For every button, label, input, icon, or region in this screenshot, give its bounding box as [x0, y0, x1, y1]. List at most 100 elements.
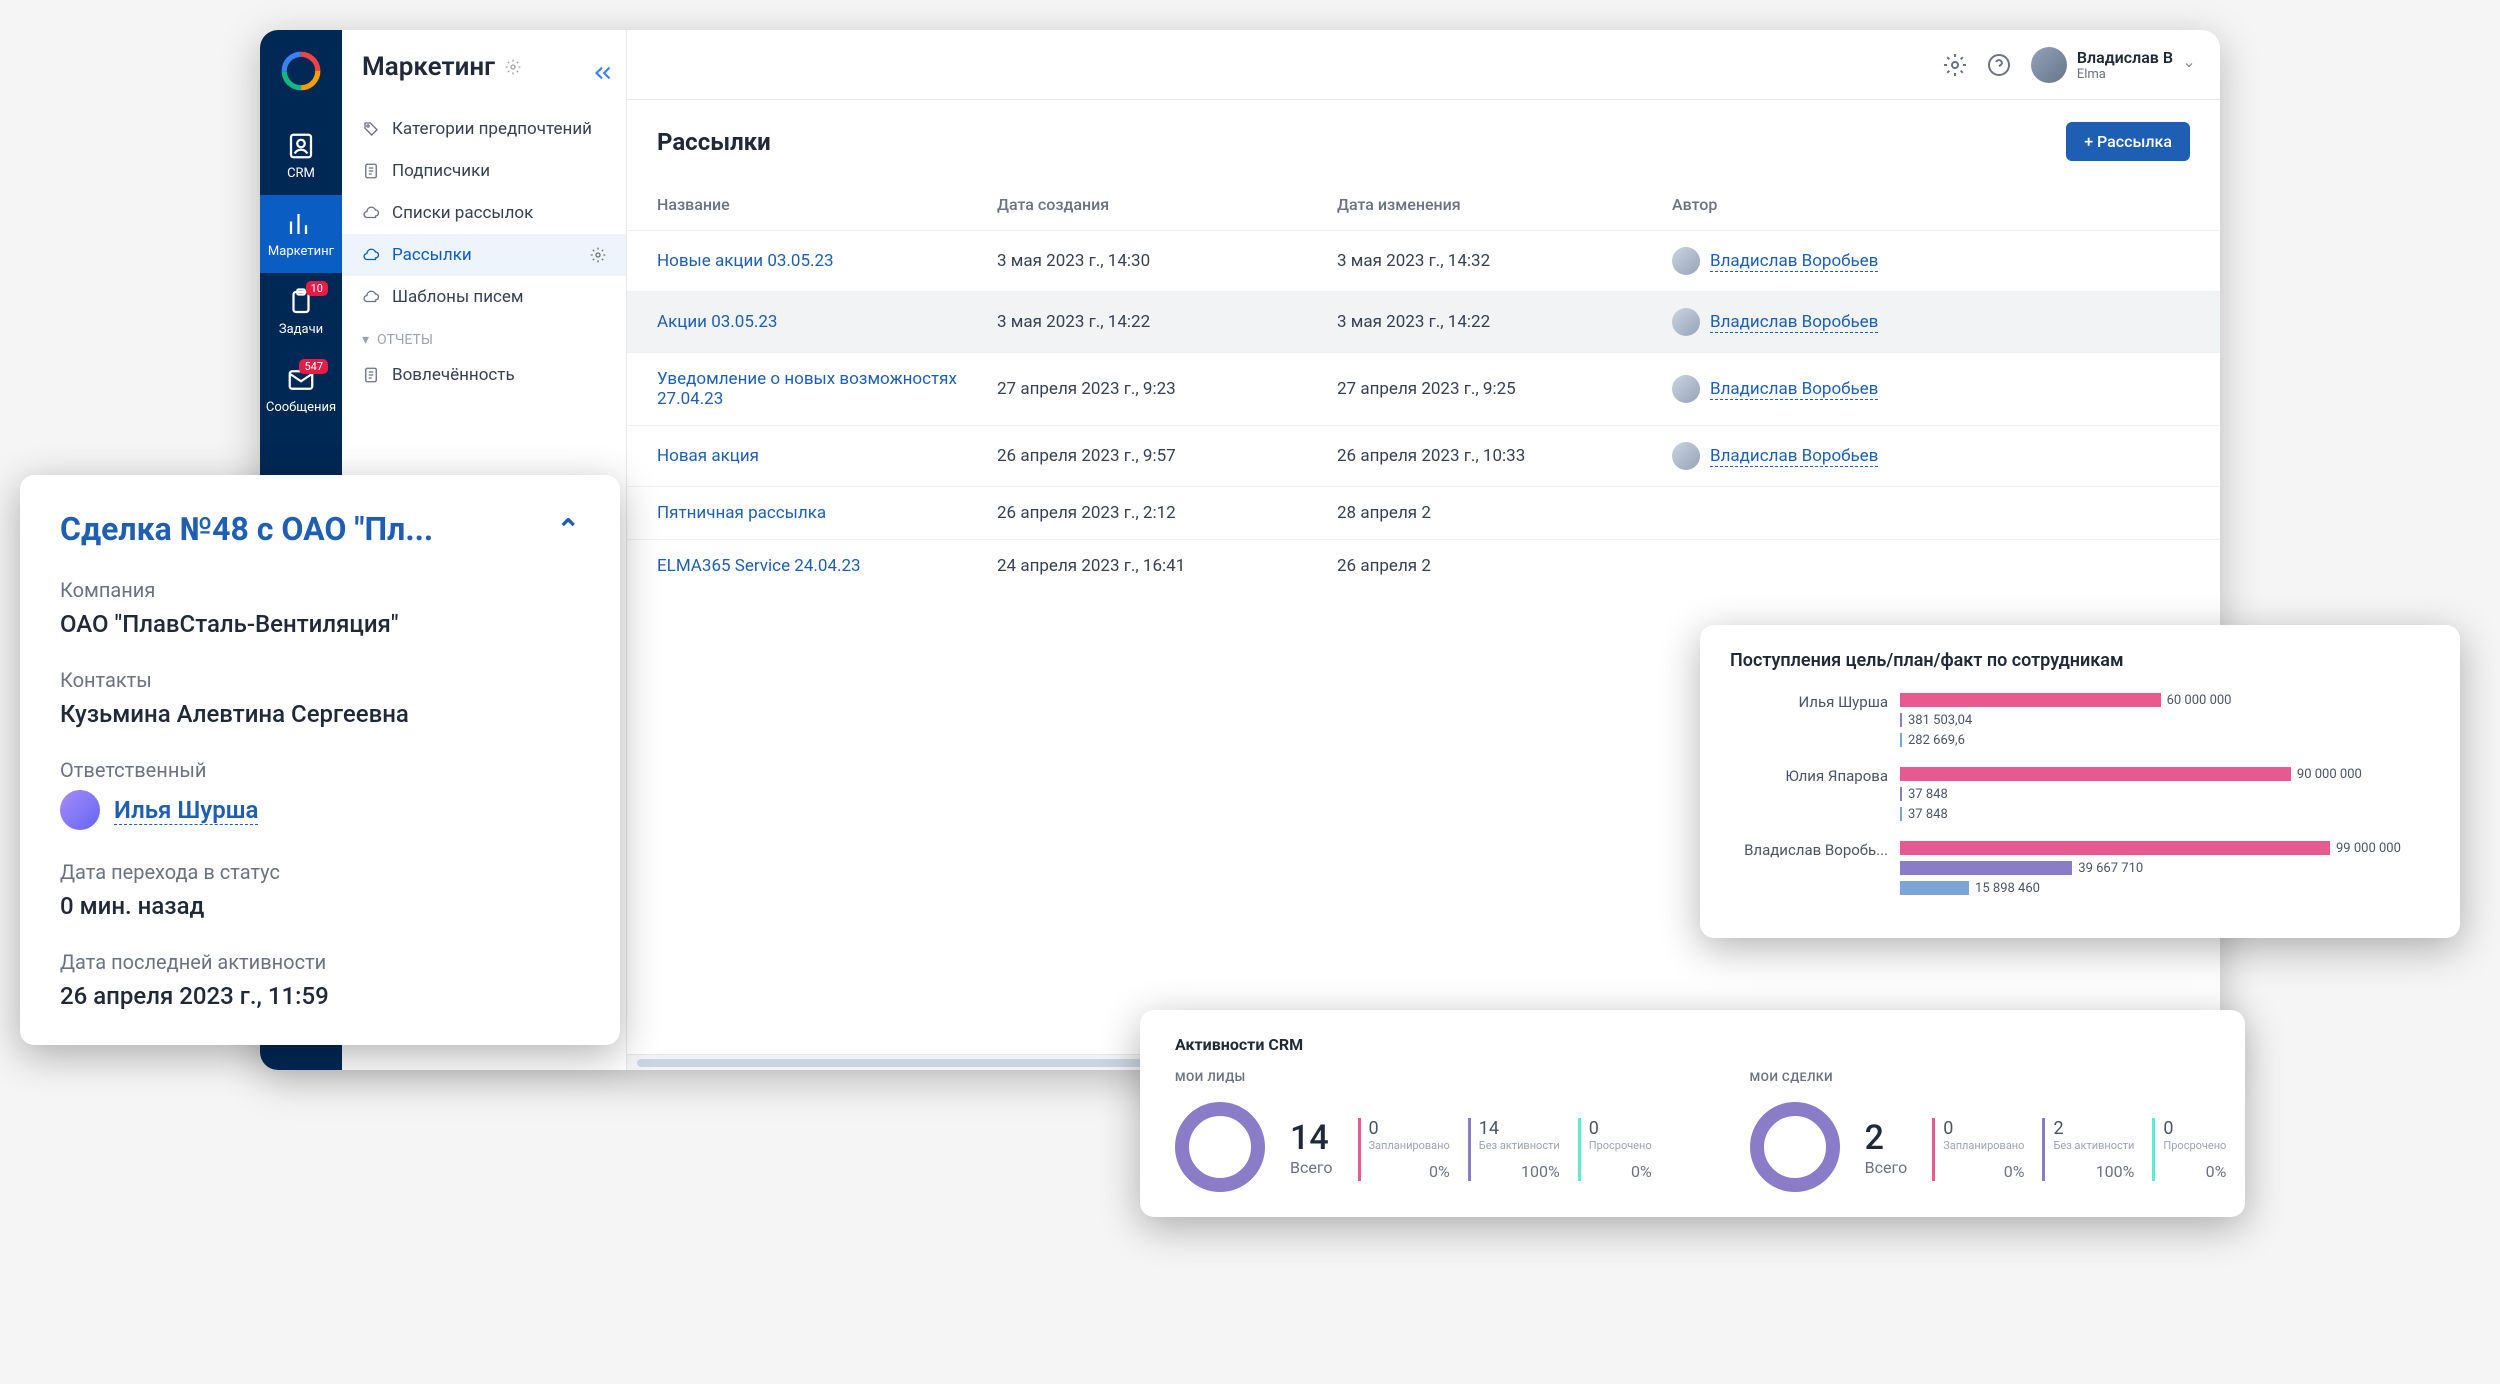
- sidebar-item[interactable]: Шаблоны писем: [342, 276, 626, 318]
- bar: 90 000 000: [1900, 765, 2430, 783]
- sidebar-item-label: Рассылки: [392, 245, 472, 265]
- scrollbar-thumb[interactable]: [637, 1059, 1157, 1067]
- row-author[interactable]: Владислав Воробьев: [1672, 247, 2190, 275]
- owner-user[interactable]: Илья Шурша: [60, 790, 580, 830]
- chevron-down-icon: ▾: [362, 332, 369, 348]
- row-author[interactable]: Владислав Воробьев: [1672, 308, 2190, 336]
- row-name[interactable]: Новая акция: [657, 446, 997, 466]
- bar: 39 667 710: [1900, 859, 2430, 877]
- column-header[interactable]: Дата изменения: [1337, 195, 1672, 214]
- row-created: 3 мая 2023 г., 14:22: [997, 312, 1337, 332]
- badge: 10: [306, 281, 328, 296]
- page-title: Рассылки: [657, 128, 771, 156]
- column-header[interactable]: Автор: [1672, 195, 2190, 214]
- sidebar-item[interactable]: Списки рассылок: [342, 192, 626, 234]
- table-row[interactable]: Новые акции 03.05.23 3 мая 2023 г., 14:3…: [627, 230, 2220, 291]
- rail-item-Маркетинг[interactable]: Маркетинг: [260, 195, 342, 273]
- rail-item-Сообщения[interactable]: Сообщения 547: [260, 351, 342, 429]
- rail-label: Сообщения: [266, 400, 336, 415]
- row-modified: 3 мая 2023 г., 14:32: [1337, 251, 1672, 271]
- owner-name: Илья Шурша: [114, 796, 258, 825]
- user-org: Elma: [2077, 67, 2173, 82]
- metric: 0 Запланировано 0%: [1932, 1118, 2042, 1181]
- sidebar-item-label: Списки рассылок: [392, 203, 533, 223]
- bar-value: 90 000 000: [2297, 767, 2362, 782]
- company-label: Компания: [60, 578, 580, 602]
- sidebar-item[interactable]: Подписчики: [342, 150, 626, 192]
- author-name: Владислав Воробьев: [1710, 446, 1878, 467]
- help-icon[interactable]: [1987, 53, 2011, 77]
- deal-title-text: Сделка №48 с ОАО "Пл...: [60, 510, 433, 548]
- metric-pct: 100%: [2053, 1162, 2134, 1181]
- chart-card: Поступления цель/план/факт по сотрудника…: [1700, 625, 2460, 938]
- bar-value: 60 000 000: [2167, 693, 2232, 708]
- rail-item-Задачи[interactable]: Задачи 10: [260, 273, 342, 351]
- user-menu[interactable]: Владислав В Elma: [2031, 47, 2195, 83]
- section-title: Маркетинг: [362, 52, 495, 82]
- sidebar-header: Маркетинг: [342, 30, 626, 100]
- bar-value: 99 000 000: [2336, 841, 2401, 856]
- sidebar-group[interactable]: ▾ ОТЧЕТЫ: [342, 318, 626, 354]
- chart-category: Владислав Воробь...: [1730, 839, 1900, 859]
- table-row[interactable]: Новая акция 26 апреля 2023 г., 9:57 26 а…: [627, 425, 2220, 486]
- metric-num: 14: [1479, 1118, 1560, 1139]
- company-value: ОАО "ПлавСталь-Вентиляция": [60, 610, 580, 638]
- table-row[interactable]: Акции 03.05.23 3 мая 2023 г., 14:22 3 ма…: [627, 291, 2220, 352]
- activities-title: Активности CRM: [1175, 1035, 2210, 1054]
- author-name: Владислав Воробьев: [1710, 251, 1878, 272]
- sidebar-item[interactable]: Категории предпочтений: [342, 108, 626, 150]
- table-row[interactable]: Уведомление о новых возможностях 27.04.2…: [627, 352, 2220, 425]
- donut-chart: [1175, 1102, 1265, 1192]
- gear-icon[interactable]: [505, 59, 521, 75]
- group-label: ОТЧЕТЫ: [377, 332, 433, 348]
- row-name[interactable]: Уведомление о новых возможностях 27.04.2…: [657, 369, 997, 409]
- row-name[interactable]: Пятничная рассылка: [657, 503, 997, 523]
- table-row[interactable]: ELMA365 Service 24.04.23 24 апреля 2023 …: [627, 539, 2220, 592]
- gear-icon[interactable]: [1943, 53, 1967, 77]
- metric-num: 2: [2053, 1118, 2134, 1139]
- badge: 547: [299, 359, 328, 374]
- owner-label: Ответственный: [60, 758, 580, 782]
- row-modified: 3 мая 2023 г., 14:22: [1337, 312, 1672, 332]
- column-header[interactable]: Дата создания: [997, 195, 1337, 214]
- row-modified: 28 апреля 2: [1337, 503, 1672, 523]
- column-header[interactable]: Название: [657, 195, 997, 214]
- contact-icon: [286, 131, 316, 161]
- metric-label: Без активности: [1479, 1139, 1560, 1152]
- sidebar-item[interactable]: Вовлечённость: [342, 354, 626, 396]
- metric-num: 0: [1369, 1118, 1450, 1139]
- bar: 37 848: [1900, 785, 2430, 803]
- metric: 0 Запланировано 0%: [1358, 1118, 1468, 1181]
- metric-label: Запланировано: [1943, 1139, 2024, 1152]
- row-created: 26 апреля 2023 г., 2:12: [997, 503, 1337, 523]
- avatar: [1672, 308, 1700, 336]
- row-author[interactable]: Владислав Воробьев: [1672, 442, 2190, 470]
- rail-item-CRM[interactable]: CRM: [260, 117, 342, 195]
- doc-icon: [362, 162, 380, 180]
- avatar: [1672, 375, 1700, 403]
- collapse-icon[interactable]: [590, 60, 616, 86]
- chart-row: Илья Шурша60 000 000381 503,04282 669,6: [1730, 691, 2430, 751]
- bar: 99 000 000: [1900, 839, 2430, 857]
- total-label: Всего: [1290, 1158, 1333, 1177]
- contacts-value: Кузьмина Алевтина Сергеевна: [60, 700, 580, 728]
- deal-title[interactable]: Сделка №48 с ОАО "Пл... ⌃: [60, 510, 580, 548]
- metric-pct: 0%: [1369, 1162, 1450, 1181]
- row-name[interactable]: Акции 03.05.23: [657, 312, 997, 332]
- row-name[interactable]: ELMA365 Service 24.04.23: [657, 556, 997, 576]
- metric-label: Просрочено: [2163, 1139, 2226, 1152]
- table-row[interactable]: Пятничная рассылка 26 апреля 2023 г., 2:…: [627, 486, 2220, 539]
- row-author[interactable]: Владислав Воробьев: [1672, 375, 2190, 403]
- row-created: 3 мая 2023 г., 14:30: [997, 251, 1337, 271]
- sidebar-item[interactable]: Рассылки: [342, 234, 626, 276]
- metric-label: Просрочено: [1589, 1139, 1652, 1152]
- bars-icon: [286, 209, 316, 239]
- chart-title: Поступления цель/план/факт по сотрудника…: [1730, 650, 2430, 671]
- row-name[interactable]: Новые акции 03.05.23: [657, 251, 997, 271]
- gear-icon[interactable]: [590, 247, 606, 263]
- add-button[interactable]: + Рассылка: [2066, 122, 2190, 161]
- row-created: 27 апреля 2023 г., 9:23: [997, 379, 1337, 399]
- chevron-up-icon[interactable]: ⌃: [557, 513, 580, 546]
- chart-category: Илья Шурша: [1730, 691, 1900, 711]
- section-subtitle: МОИ СДЕЛКИ: [1750, 1070, 2245, 1084]
